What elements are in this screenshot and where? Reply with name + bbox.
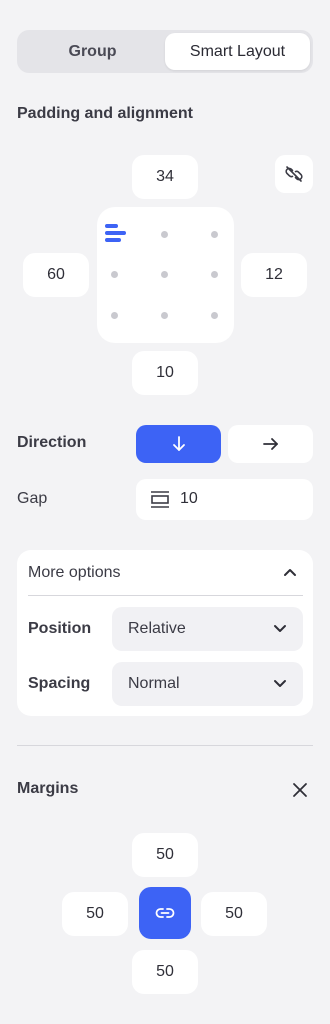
gap-value: 10 bbox=[180, 490, 198, 507]
chevron-down-icon bbox=[274, 625, 286, 632]
padding-section-title: Padding and alignment bbox=[17, 105, 194, 122]
padding-link-toggle[interactable] bbox=[275, 155, 313, 193]
more-options-title: More options bbox=[28, 564, 121, 581]
align-middle-left-dot[interactable] bbox=[111, 271, 118, 278]
more-options-divider bbox=[28, 595, 303, 596]
padding-right-input[interactable]: 12 bbox=[241, 253, 307, 297]
tab-smart-layout[interactable]: Smart Layout bbox=[165, 33, 310, 70]
spacing-select[interactable]: Normal bbox=[112, 662, 303, 706]
chevron-down-icon bbox=[274, 680, 286, 687]
alignment-grid bbox=[97, 207, 234, 343]
align-middle-center-dot[interactable] bbox=[161, 271, 168, 278]
layout-mode-tabs: Group Smart Layout bbox=[17, 30, 313, 73]
direction-label: Direction bbox=[17, 434, 87, 451]
align-bottom-right-dot[interactable] bbox=[211, 312, 218, 319]
margin-left-input[interactable]: 50 bbox=[62, 892, 128, 936]
spacing-label: Spacing bbox=[28, 675, 91, 692]
close-icon bbox=[293, 783, 307, 797]
unlink-icon bbox=[285, 166, 303, 182]
margin-right-input[interactable]: 50 bbox=[201, 892, 267, 936]
position-label: Position bbox=[28, 620, 92, 637]
margin-link-toggle[interactable] bbox=[139, 887, 191, 939]
align-middle-right-dot[interactable] bbox=[211, 271, 218, 278]
padding-left-input[interactable]: 60 bbox=[23, 253, 89, 297]
more-options-panel: More options Position Relative Spacing N… bbox=[17, 550, 313, 716]
align-bottom-left-dot[interactable] bbox=[111, 312, 118, 319]
gap-input[interactable]: 10 bbox=[136, 479, 313, 520]
padding-top-input[interactable]: 34 bbox=[132, 155, 198, 199]
align-top-left-icon[interactable] bbox=[105, 224, 127, 244]
arrow-right-icon bbox=[262, 438, 278, 450]
padding-bottom-input[interactable]: 10 bbox=[132, 351, 198, 395]
direction-horizontal-button[interactable] bbox=[228, 425, 313, 463]
more-options-header[interactable]: More options bbox=[17, 550, 313, 596]
gap-label: Gap bbox=[17, 490, 48, 507]
align-bottom-center-dot[interactable] bbox=[161, 312, 168, 319]
position-select[interactable]: Relative bbox=[112, 607, 303, 651]
spacing-value: Normal bbox=[128, 675, 180, 692]
margin-top-input[interactable]: 50 bbox=[132, 833, 198, 877]
align-top-right-dot[interactable] bbox=[211, 231, 218, 238]
arrow-down-icon bbox=[172, 436, 185, 451]
position-value: Relative bbox=[128, 620, 186, 637]
direction-vertical-button[interactable] bbox=[136, 425, 221, 463]
tab-group[interactable]: Group bbox=[20, 33, 165, 70]
align-top-center-dot[interactable] bbox=[161, 231, 168, 238]
margins-section-title: Margins bbox=[17, 780, 79, 797]
chevron-up-icon bbox=[284, 569, 296, 576]
margin-bottom-input[interactable]: 50 bbox=[132, 950, 198, 994]
gap-icon bbox=[151, 491, 169, 508]
link-icon bbox=[155, 908, 175, 918]
section-divider bbox=[17, 745, 313, 746]
remove-margins-button[interactable] bbox=[288, 778, 312, 802]
